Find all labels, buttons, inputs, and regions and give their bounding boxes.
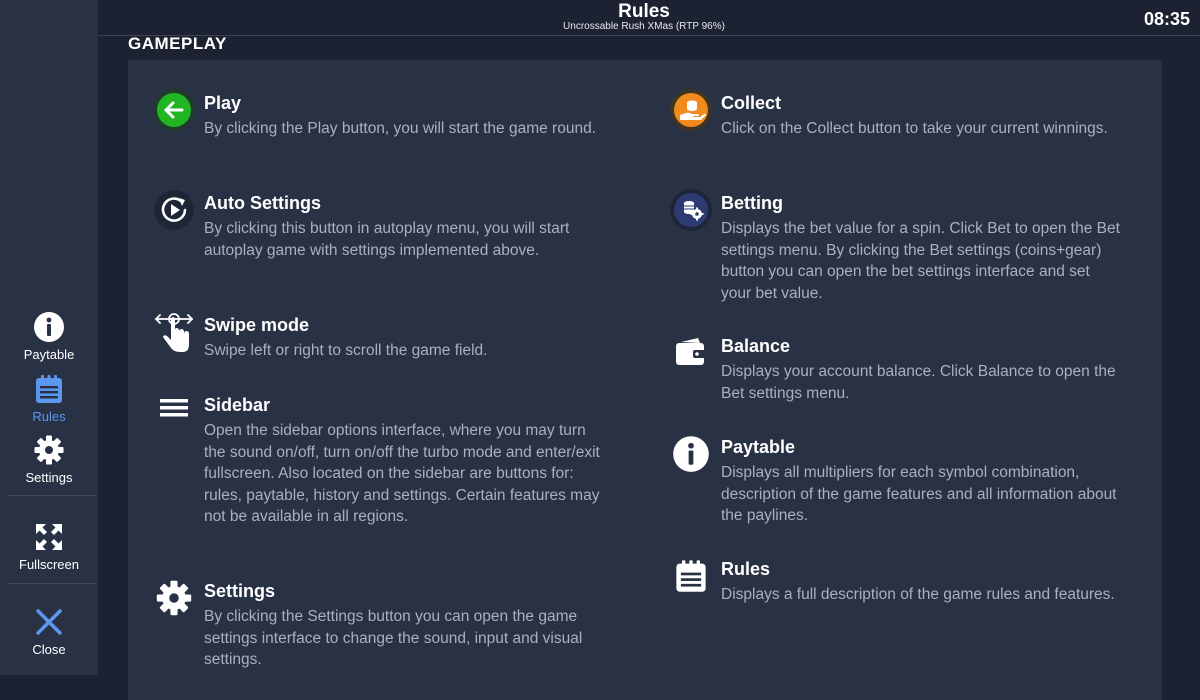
rule-description: By clicking the Play button, you will st… — [204, 120, 597, 137]
rule-item-balance: Balance Displays your account balance. C… — [676, 335, 1121, 404]
rule-item-settings: Settings By clicking the Settings button… — [156, 580, 604, 671]
coins-gear-icon — [669, 188, 713, 232]
info-icon — [669, 432, 713, 476]
rule-title: Rules — [721, 559, 771, 579]
clock: 08:35 — [1143, 9, 1190, 29]
rule-item-auto-settings: Auto Settings By clicking this button in… — [154, 190, 604, 261]
rule-title: Settings — [204, 581, 276, 601]
rule-title: Betting — [721, 193, 783, 213]
game-subtitle: Uncrossable Rush XMas (RTP 96%) — [563, 21, 725, 32]
gear-icon — [152, 576, 196, 620]
rule-title: Swipe mode — [204, 315, 310, 335]
notepad-icon — [669, 554, 713, 598]
sidebar-divider — [8, 495, 96, 496]
rule-item-paytable: Paytable Displays all multipliers for ea… — [673, 436, 1121, 527]
sidebar-item-label: Paytable — [23, 347, 75, 362]
swipe-hand-icon — [152, 310, 196, 354]
rule-item-swipe-mode: Swipe mode Swipe left or right to scroll… — [154, 313, 604, 362]
rule-item-collect: Collect Click on the Collect button to t… — [670, 89, 1121, 140]
rule-description: Open the sidebar options interface, wher… — [204, 422, 600, 525]
rule-item-betting: Betting Displays the bet value for a spi… — [670, 189, 1121, 304]
rule-description: By clicking this button in autoplay menu… — [204, 220, 570, 259]
sidebar: Paytable Rules Settings Fullscreen Close — [0, 0, 98, 675]
rule-title: Play — [204, 93, 242, 113]
gear-icon — [32, 433, 66, 467]
sidebar-item-settings[interactable]: Settings — [0, 433, 98, 485]
hamburger-menu-icon — [152, 390, 196, 434]
rule-title: Auto Settings — [204, 193, 321, 213]
rule-item-rules: Rules Displays a full description of the… — [676, 558, 1121, 606]
rule-item-play: Play By clicking the Play button, you wi… — [153, 89, 604, 140]
info-icon — [32, 310, 66, 344]
sidebar-divider — [8, 583, 96, 584]
rule-item-sidebar: Sidebar Open the sidebar options interfa… — [160, 394, 604, 528]
rule-description: By clicking the Settings button you can … — [204, 608, 583, 668]
sidebar-item-label: Settings — [25, 470, 73, 485]
sidebar-item-fullscreen[interactable]: Fullscreen — [0, 520, 98, 572]
rule-title: Paytable — [721, 437, 796, 457]
rule-description: Displays all multipliers for each symbol… — [721, 464, 1117, 524]
sidebar-item-rules[interactable]: Rules — [0, 372, 98, 424]
sidebar-item-label: Fullscreen — [19, 557, 79, 572]
rule-description: Click on the Collect button to take your… — [721, 120, 1108, 137]
notepad-icon — [32, 372, 66, 406]
fullscreen-icon — [32, 520, 66, 554]
section-title: GAMEPLAY — [128, 34, 227, 53]
sidebar-item-label: Rules — [32, 409, 66, 424]
rule-description: Swipe left or right to scroll the game f… — [204, 342, 488, 359]
close-icon — [32, 605, 66, 639]
close-button[interactable]: Close — [0, 605, 98, 657]
wallet-icon — [669, 331, 713, 375]
rule-title: Balance — [721, 336, 791, 356]
sidebar-item-paytable[interactable]: Paytable — [0, 310, 98, 362]
rule-description: Displays the bet value for a spin. Click… — [721, 220, 1120, 302]
page-title: Rules — [618, 1, 670, 22]
play-arrow-icon — [152, 88, 196, 132]
rule-title: Collect — [721, 93, 782, 113]
rule-title: Sidebar — [204, 395, 271, 415]
sidebar-item-label: Close — [32, 642, 66, 657]
collect-coins-icon — [669, 88, 713, 132]
header: Rules Uncrossable Rush XMas (RTP 96%) 08… — [98, 0, 1200, 36]
rule-description: Displays a full description of the game … — [721, 586, 1115, 603]
rule-description: Displays your account balance. Click Bal… — [721, 363, 1116, 402]
autoplay-icon — [152, 188, 196, 232]
